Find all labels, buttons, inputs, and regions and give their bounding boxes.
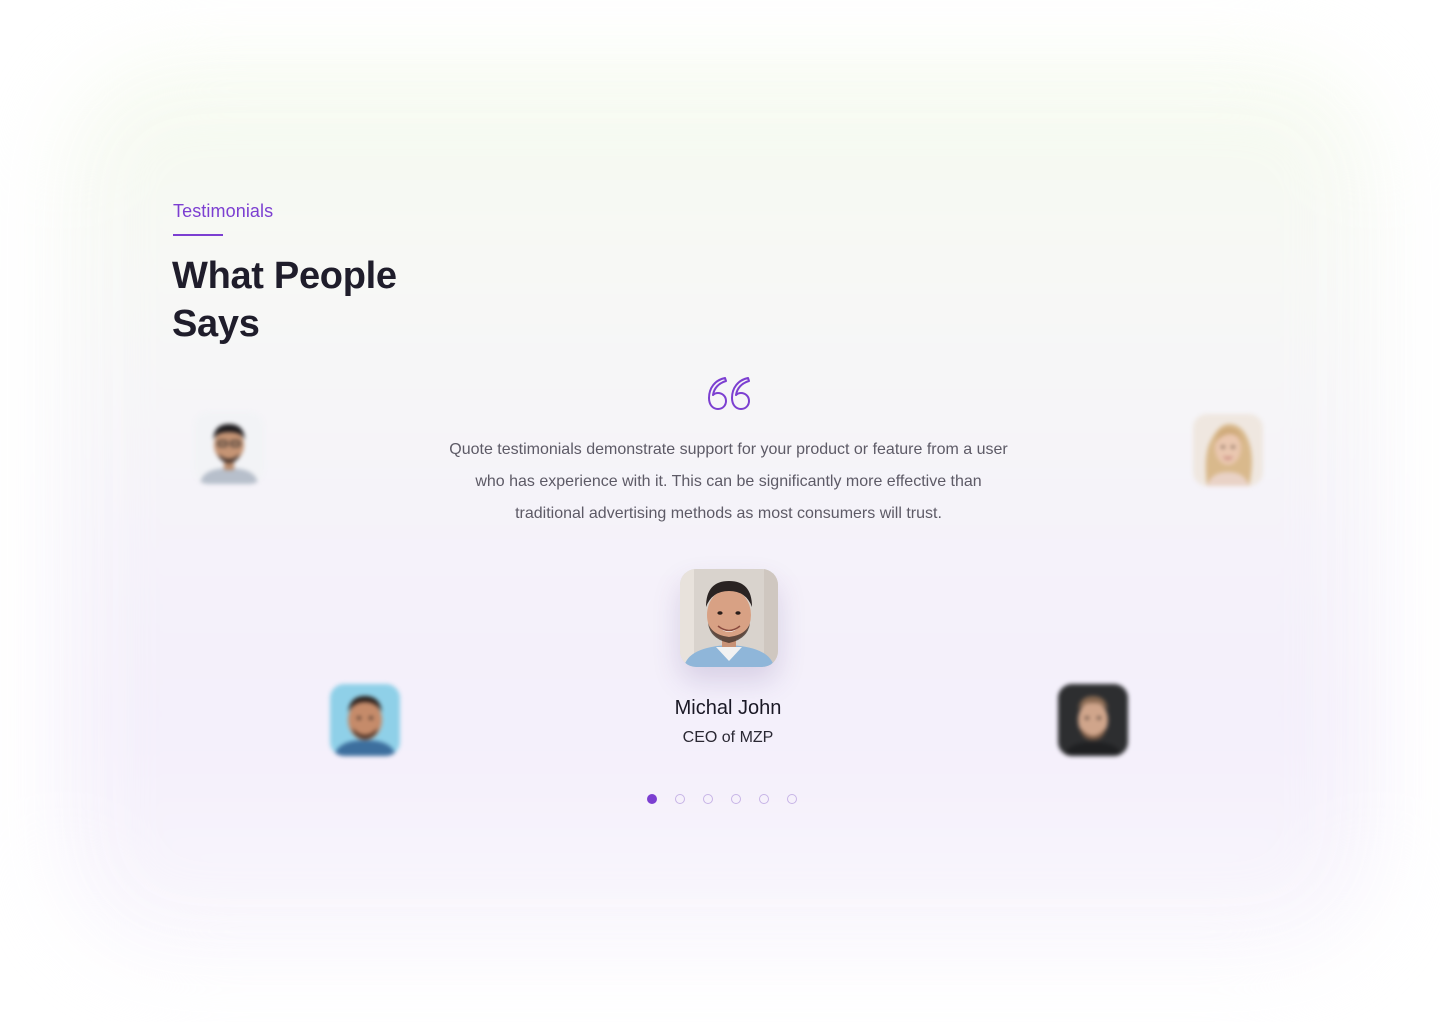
testimonial-quote: Quote testimonials demonstrate support f…	[449, 441, 1008, 522]
pagination-dot[interactable]	[703, 794, 713, 804]
pagination-dot[interactable]	[675, 794, 685, 804]
pagination-dot[interactable]	[647, 794, 657, 804]
avatar-top-right[interactable]	[1193, 414, 1263, 486]
pagination-dot[interactable]	[759, 794, 769, 804]
eyebrow-underline	[173, 234, 223, 236]
testimonial-author-role: CEO of MZP	[682, 729, 774, 746]
section-eyebrow: Testimonials	[173, 201, 274, 221]
testimonial-author-name: Michal John	[674, 697, 782, 719]
quote-open-icon	[708, 377, 750, 410]
pagination-dot[interactable]	[731, 794, 741, 804]
avatar-main	[680, 569, 778, 667]
section-heading: What People Says	[172, 255, 397, 345]
carousel-pagination	[647, 794, 797, 806]
pagination-dot[interactable]	[787, 794, 797, 804]
testimonials-page: Testimonials What People Says Quote test…	[0, 0, 1440, 1022]
avatar-top-left[interactable]	[194, 412, 264, 484]
avatar-bottom-left[interactable]	[330, 684, 400, 756]
avatar-bottom-right[interactable]	[1058, 684, 1128, 756]
